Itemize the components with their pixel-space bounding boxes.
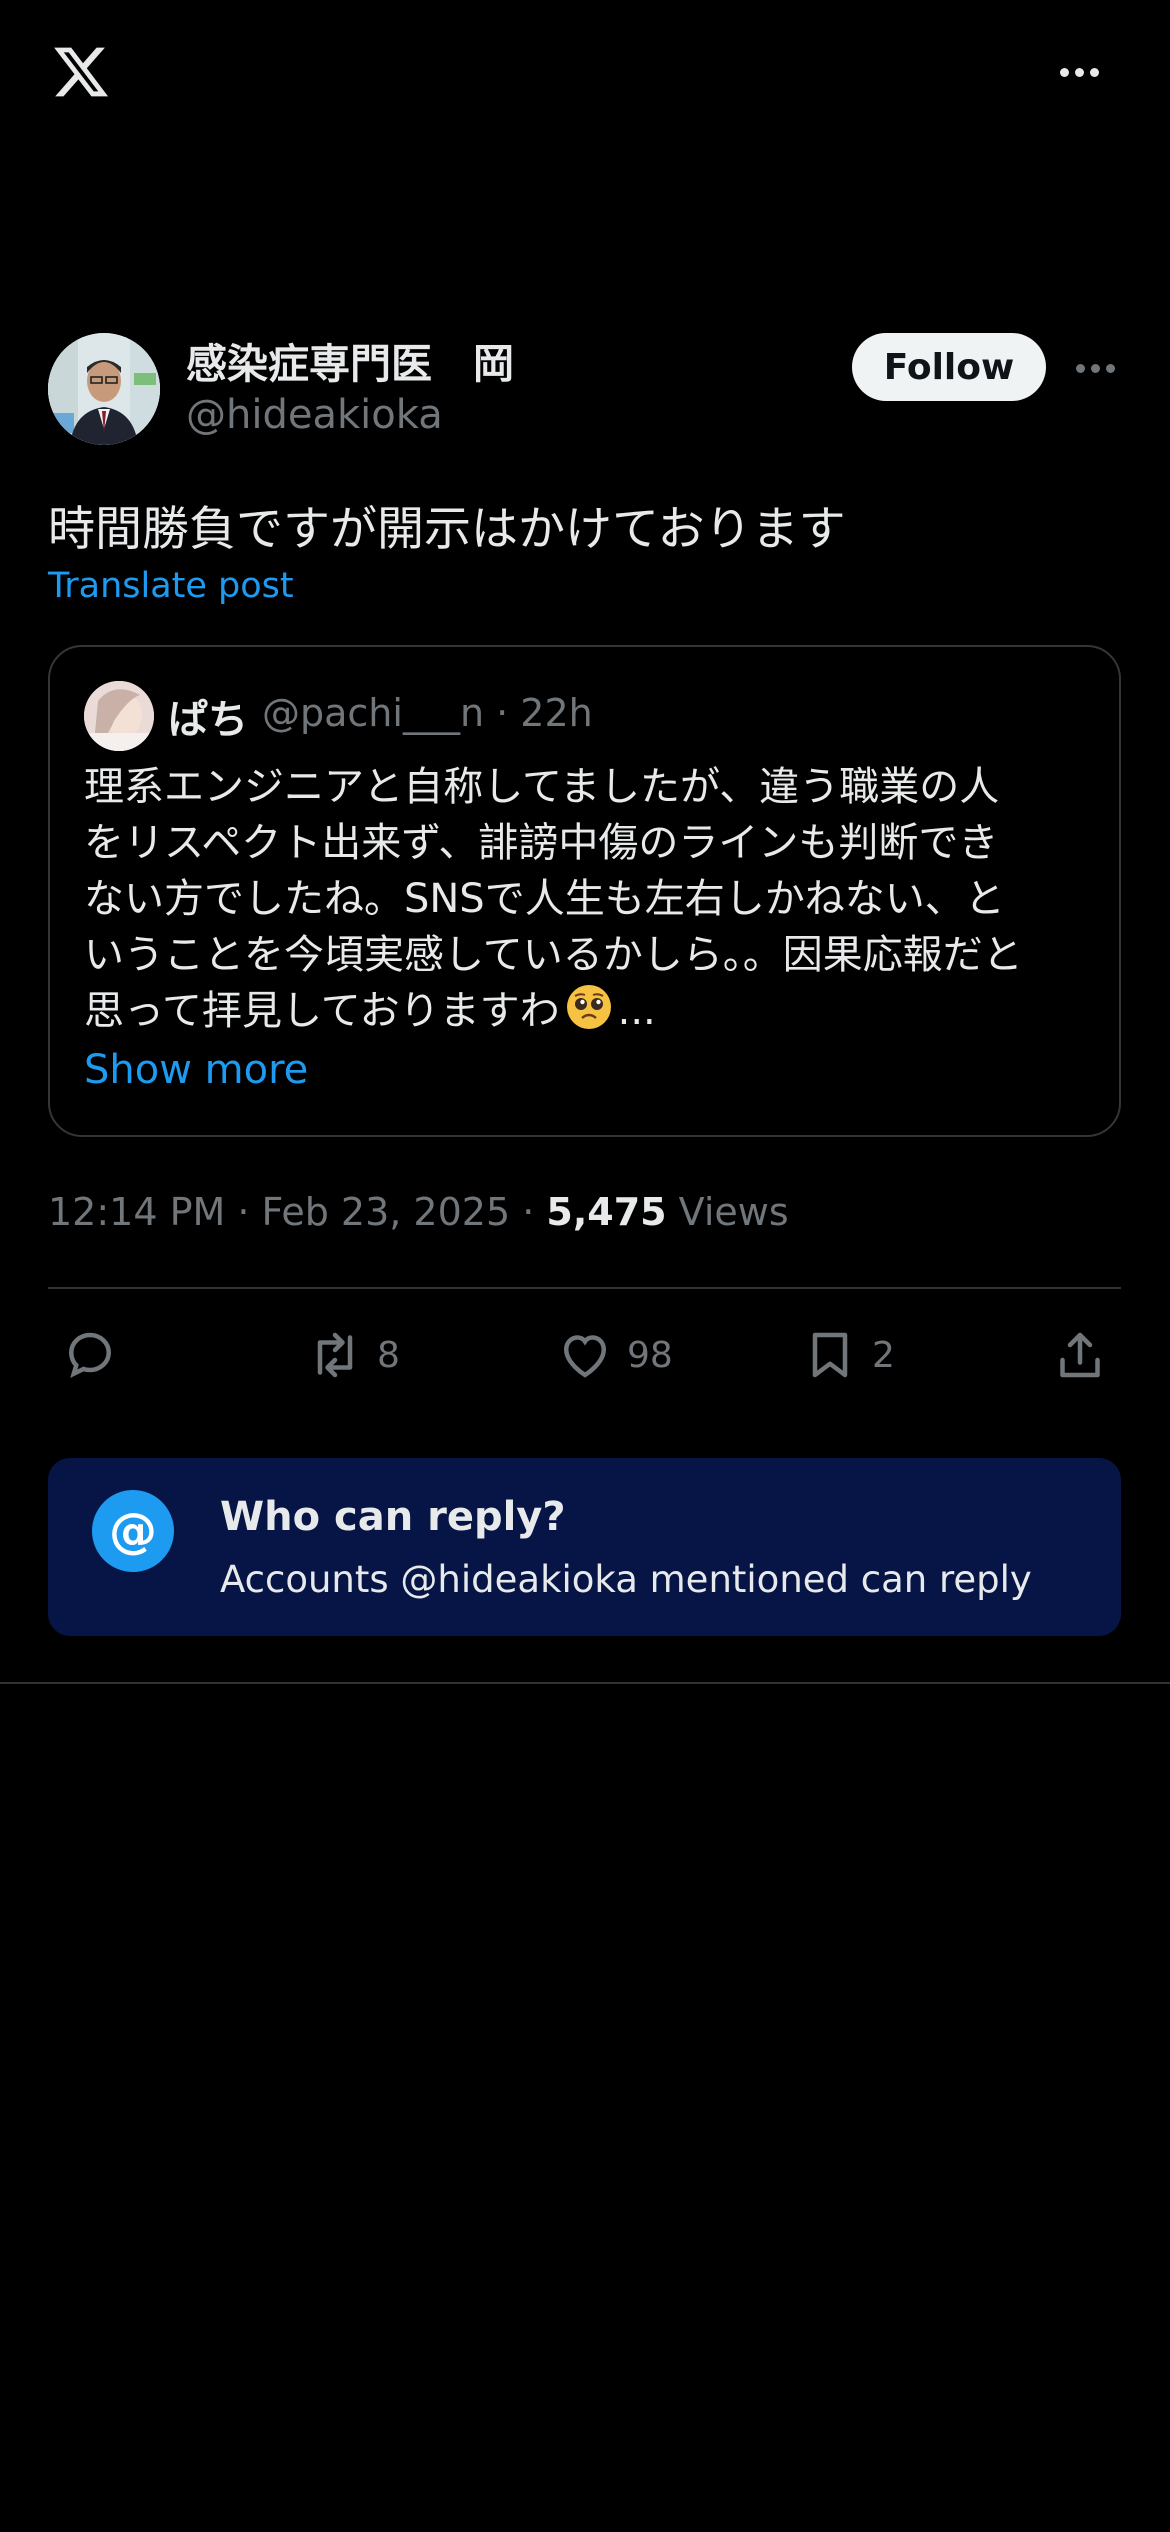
- like-button[interactable]: 98: [555, 1325, 673, 1385]
- pleading-face-emoji-icon: [566, 985, 611, 1029]
- heart-icon: [563, 1335, 607, 1378]
- quoted-text-line: いうことを今頃実感しているかしら。。因果応報だと: [84, 932, 1023, 978]
- quoted-author-handle: @pachi___n: [262, 691, 485, 735]
- quoted-text-line: 理系エンジニアと自称してましたが、違う職業の人: [84, 764, 1000, 810]
- views-label: Views: [678, 1190, 789, 1234]
- like-count: 98: [627, 1334, 673, 1376]
- translate-post-link[interactable]: Translate post: [48, 566, 294, 606]
- reply-icon: [68, 1332, 112, 1379]
- x-logo-icon[interactable]: [48, 42, 114, 102]
- post-meta: 12:14 PM · Feb 23, 2025 · 5,475 Views: [48, 1190, 789, 1234]
- repost-button[interactable]: 8: [305, 1325, 400, 1385]
- author-name[interactable]: 感染症専門医 岡: [186, 330, 514, 390]
- bookmark-icon: [812, 1332, 848, 1378]
- quoted-post-text: 理系エンジニアと自称してましたが、違う職業の人 をリスペクト出来ず、誹謗中傷のラ…: [84, 759, 1089, 1039]
- reply-button[interactable]: [60, 1325, 132, 1385]
- post-more-options-icon[interactable]: [1076, 362, 1120, 374]
- divider: [0, 1682, 1170, 1684]
- quoted-text-line: をリスペクト出来ず、誹謗中傷のラインも判断でき: [84, 820, 999, 866]
- quoted-post-time: 22h: [520, 691, 593, 735]
- repost-count: 8: [377, 1334, 400, 1376]
- share-icon: [1060, 1332, 1100, 1378]
- who-can-reply-banner: @ Who can reply? Accounts @hideakioka me…: [48, 1458, 1121, 1636]
- bookmark-count: 2: [872, 1334, 895, 1376]
- repost-icon: [317, 1332, 353, 1378]
- follow-button[interactable]: Follow: [852, 333, 1046, 401]
- quoted-text-line: ない方でしたね。SNSで人生も左右しかねない、と: [84, 876, 1005, 922]
- quoted-text-ellipsis: ...: [617, 988, 656, 1034]
- who-can-reply-subtitle: Accounts @hideakioka mentioned can reply: [220, 1558, 1032, 1601]
- quoted-author-meta: @pachi___n · 22h: [262, 691, 593, 735]
- author-handle[interactable]: @hideakioka: [186, 392, 443, 438]
- post-text: 時間勝負ですが開示はかけております: [48, 502, 846, 557]
- views-count: 5,475: [546, 1190, 667, 1234]
- show-more-link[interactable]: Show more: [84, 1047, 308, 1093]
- post-time: 12:14 PM: [48, 1190, 226, 1234]
- share-button[interactable]: [1050, 1325, 1110, 1385]
- bookmark-button[interactable]: 2: [800, 1325, 895, 1385]
- quoted-post-card[interactable]: ぱち @pachi___n · 22h 理系エンジニアと自称してましたが、違う職…: [48, 645, 1121, 1137]
- more-options-icon[interactable]: [1060, 60, 1112, 84]
- at-sign-icon: @: [92, 1490, 174, 1572]
- quoted-text-line-last: 思って拝見しておりますわ...: [84, 983, 1089, 1039]
- post-date: Feb 23, 2025: [261, 1190, 511, 1234]
- divider: [48, 1287, 1121, 1289]
- author-avatar[interactable]: [48, 333, 160, 445]
- quoted-author-avatar: [84, 681, 154, 751]
- quoted-text-line: 思って拝見しておりますわ: [84, 988, 560, 1034]
- who-can-reply-title: Who can reply?: [220, 1494, 566, 1540]
- quoted-author-name: ぱち: [168, 697, 248, 743]
